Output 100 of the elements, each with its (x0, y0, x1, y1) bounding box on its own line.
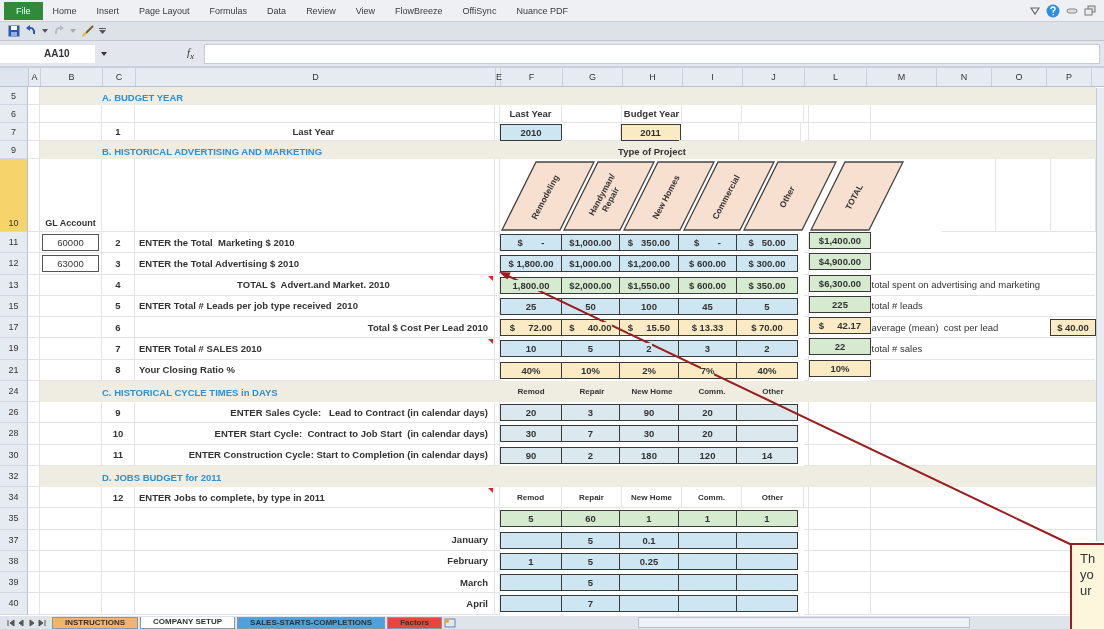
ribbon-tab[interactable]: Home (42, 1, 87, 20)
value-cell[interactable]: $ 350.00 (619, 234, 679, 252)
grid-cell[interactable] (28, 550, 40, 572)
save-icon[interactable] (8, 25, 20, 37)
value-cell[interactable]: 30 (500, 425, 562, 443)
value-cell[interactable]: 2010 (500, 123, 562, 141)
value-cell[interactable] (736, 425, 798, 443)
caret-icon[interactable] (101, 51, 107, 56)
grid-cell[interactable] (40, 402, 102, 424)
value-cell[interactable]: 0.1 (619, 531, 679, 549)
row-number[interactable]: 6 (0, 105, 28, 123)
vertical-scrollbar[interactable] (1096, 88, 1104, 541)
help-icon[interactable] (1046, 3, 1060, 18)
grid-cell[interactable] (40, 274, 102, 296)
value-cell[interactable]: $ 72.00 (500, 319, 562, 337)
value-cell[interactable]: 10% (560, 361, 621, 379)
row-number[interactable]: 28 (0, 423, 28, 445)
grid-cell[interactable] (40, 487, 102, 509)
grid-cell[interactable] (28, 253, 40, 275)
row-number[interactable]: 10 (0, 159, 28, 232)
minimize-icon[interactable] (1066, 6, 1078, 15)
grid-cell[interactable] (28, 105, 40, 123)
grid-cell[interactable]: Budget Year (622, 105, 682, 123)
value-cell[interactable]: 5 (500, 510, 562, 528)
value-cell[interactable]: $1,000.00 (560, 234, 621, 252)
grid-cell[interactable] (40, 444, 102, 466)
ribbon-tab[interactable]: Insert (86, 1, 130, 20)
grid-cell[interactable] (809, 444, 871, 466)
value-cell[interactable]: $ 50.00 (736, 234, 798, 252)
value-cell[interactable]: 10 (500, 340, 562, 358)
grid-cell[interactable]: ENTER the Total Marketing $ 2010 (135, 232, 495, 254)
grid-cell[interactable]: Repair (562, 487, 622, 509)
grid-cell[interactable]: Your Closing Ratio % (135, 359, 495, 381)
row-number[interactable]: 17 (0, 317, 28, 339)
formula-input[interactable] (204, 43, 1100, 64)
grid-cell[interactable] (28, 423, 40, 445)
grid-cell[interactable] (102, 529, 135, 551)
grid-cell[interactable] (804, 593, 809, 615)
value-cell[interactable]: 120 (677, 446, 738, 464)
value-cell[interactable] (500, 531, 562, 549)
row-number[interactable]: 13 (0, 274, 28, 296)
value-cell[interactable]: $ 600.00 (677, 276, 738, 294)
value-cell[interactable]: 7 (560, 425, 621, 443)
grid-cell[interactable] (809, 508, 871, 530)
grid-cell[interactable] (804, 423, 809, 445)
grid-cell[interactable] (996, 159, 1051, 232)
grid-cell[interactable]: 7 (102, 338, 135, 360)
value-cell[interactable]: 30 (619, 425, 679, 443)
value-cell[interactable] (736, 574, 798, 592)
value-cell[interactable]: 3 (677, 340, 738, 358)
grid-cell[interactable] (40, 593, 102, 615)
value-cell[interactable]: 60 (560, 510, 621, 528)
grid-cell[interactable] (40, 529, 102, 551)
grid-cell[interactable] (28, 274, 40, 296)
value-cell[interactable]: 3 (560, 404, 621, 422)
grid-cell[interactable] (40, 550, 102, 572)
value-cell[interactable]: $ 70.00 (736, 319, 798, 337)
redo-icon[interactable] (53, 25, 65, 37)
grid-cell[interactable] (804, 508, 809, 530)
grid-cell[interactable] (804, 444, 809, 466)
grid-cell[interactable] (40, 359, 102, 381)
column-header[interactable]: N (937, 68, 992, 86)
row-number[interactable]: 30 (0, 444, 28, 466)
grid-cell[interactable]: ENTER Sales Cycle: Lead to Contract (in calendar days) (135, 402, 495, 424)
grid-cell[interactable]: 5 (102, 295, 135, 317)
value-cell[interactable]: 2011 (620, 123, 681, 141)
grid-cell[interactable] (682, 105, 742, 123)
grid-cell[interactable] (40, 317, 102, 339)
row-number[interactable]: 37 (0, 529, 28, 551)
ribbon-tab[interactable]: File (4, 1, 43, 20)
column-header[interactable]: D (136, 68, 496, 86)
sheet-tab[interactable]: COMPANY SETUP (140, 616, 236, 629)
grid-cell[interactable] (40, 572, 102, 594)
brush-icon[interactable] (81, 24, 94, 38)
total-cell[interactable]: 225 (809, 295, 871, 313)
value-cell[interactable]: $1,000.00 (560, 255, 621, 273)
value-cell[interactable] (677, 552, 738, 570)
grid-cell[interactable] (28, 317, 40, 339)
value-cell[interactable]: 45 (677, 297, 738, 315)
row-number[interactable]: 34 (0, 487, 28, 509)
grid-cell[interactable]: 2 (102, 232, 135, 254)
grid-cell[interactable]: total spent on advertising and marketing (869, 274, 1095, 296)
ribbon-tab[interactable]: FlowBreeze (385, 1, 453, 20)
grid-cell[interactable] (804, 402, 809, 424)
grid-cell[interactable]: total # leads (869, 295, 1095, 317)
grid-cell[interactable] (135, 508, 495, 530)
grid-cell[interactable] (495, 105, 500, 123)
grid-cell[interactable] (135, 105, 495, 123)
grid-cell[interactable]: 11 (102, 444, 135, 466)
value-cell[interactable]: $ 40.00 (1050, 318, 1096, 336)
value-cell[interactable]: 20 (677, 404, 738, 422)
column-header[interactable]: E (496, 68, 501, 86)
total-cell[interactable]: $4,900.00 (809, 253, 871, 271)
new-sheet-icon[interactable] (444, 617, 457, 628)
grid-cell[interactable] (40, 295, 102, 317)
row-number[interactable]: 19 (0, 338, 28, 360)
value-cell[interactable]: 1 (736, 510, 798, 528)
value-cell[interactable]: 1 (677, 510, 738, 528)
grid-cell[interactable]: Last Year (500, 105, 562, 123)
row-number[interactable]: 7 (0, 123, 28, 141)
